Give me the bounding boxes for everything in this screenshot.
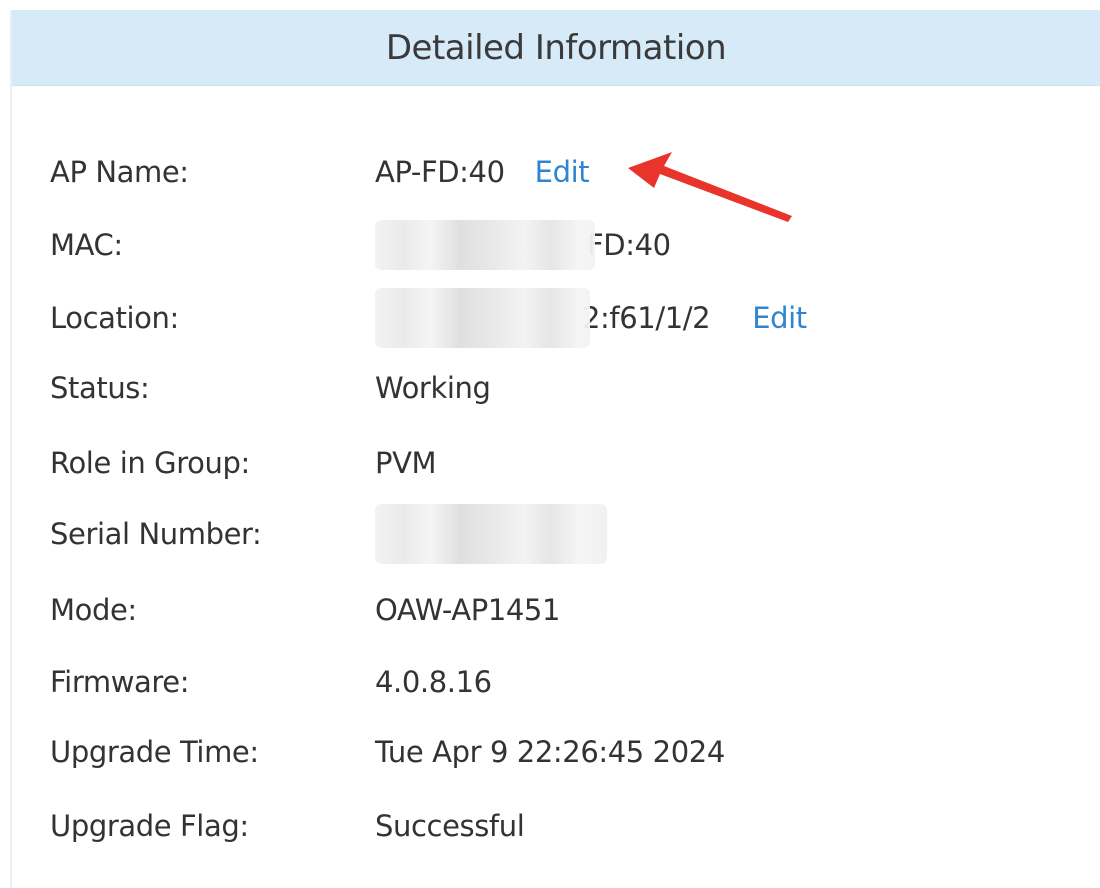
location-redacted-block [375, 288, 590, 348]
serial-number-value-wrap [375, 504, 607, 564]
panel-title: Detailed Information [385, 27, 727, 68]
status-value: Working [375, 371, 491, 405]
mode-label: Mode: [50, 593, 137, 627]
row-mac: MAC: FD:40 [50, 220, 671, 270]
location-value-wrap: 2:f61/1/2 Edit [375, 288, 807, 348]
mode-value: OAW-AP1451 [375, 593, 561, 627]
row-upgrade-time: Upgrade Time: Tue Apr 9 22:26:45 2024 [50, 732, 725, 772]
serial-number-label: Serial Number: [50, 517, 262, 551]
serial-number-redacted-block [375, 504, 607, 564]
red-arrow-icon [628, 152, 792, 222]
mac-value-tail: FD:40 [587, 228, 671, 262]
ap-name-value-wrap: AP-FD:40 Edit [375, 155, 590, 189]
mac-redacted-block [375, 220, 595, 270]
row-role-in-group: Role in Group: PVM [50, 443, 437, 483]
row-upgrade-flag: Upgrade Flag: Successful [50, 806, 525, 846]
row-firmware: Firmware: 4.0.8.16 [50, 662, 492, 702]
firmware-label: Firmware: [50, 665, 190, 699]
ap-name-edit-link[interactable]: Edit [535, 155, 590, 189]
firmware-value: 4.0.8.16 [375, 665, 492, 699]
row-serial-number: Serial Number: [50, 504, 607, 564]
ap-name-label: AP Name: [50, 155, 189, 189]
row-status: Status: Working [50, 368, 491, 408]
detailed-information-panel: Detailed Information AP Name: AP-FD:40 E… [10, 10, 1100, 888]
role-in-group-value: PVM [375, 446, 437, 480]
status-label: Status: [50, 371, 150, 405]
mac-label: MAC: [50, 228, 123, 262]
panel-header: Detailed Information [12, 10, 1100, 86]
row-ap-name: AP Name: AP-FD:40 Edit [50, 152, 590, 192]
upgrade-flag-value: Successful [375, 809, 525, 843]
upgrade-time-value: Tue Apr 9 22:26:45 2024 [375, 735, 725, 769]
location-edit-link[interactable]: Edit [752, 301, 807, 335]
location-label: Location: [50, 301, 179, 335]
row-location: Location: 2:f61/1/2 Edit [50, 288, 807, 348]
row-mode: Mode: OAW-AP1451 [50, 590, 560, 630]
ap-name-value: AP-FD:40 [375, 155, 505, 189]
role-in-group-label: Role in Group: [50, 446, 250, 480]
location-value-tail: 2:f61/1/2 [582, 301, 711, 335]
upgrade-time-label: Upgrade Time: [50, 735, 259, 769]
upgrade-flag-label: Upgrade Flag: [50, 809, 249, 843]
